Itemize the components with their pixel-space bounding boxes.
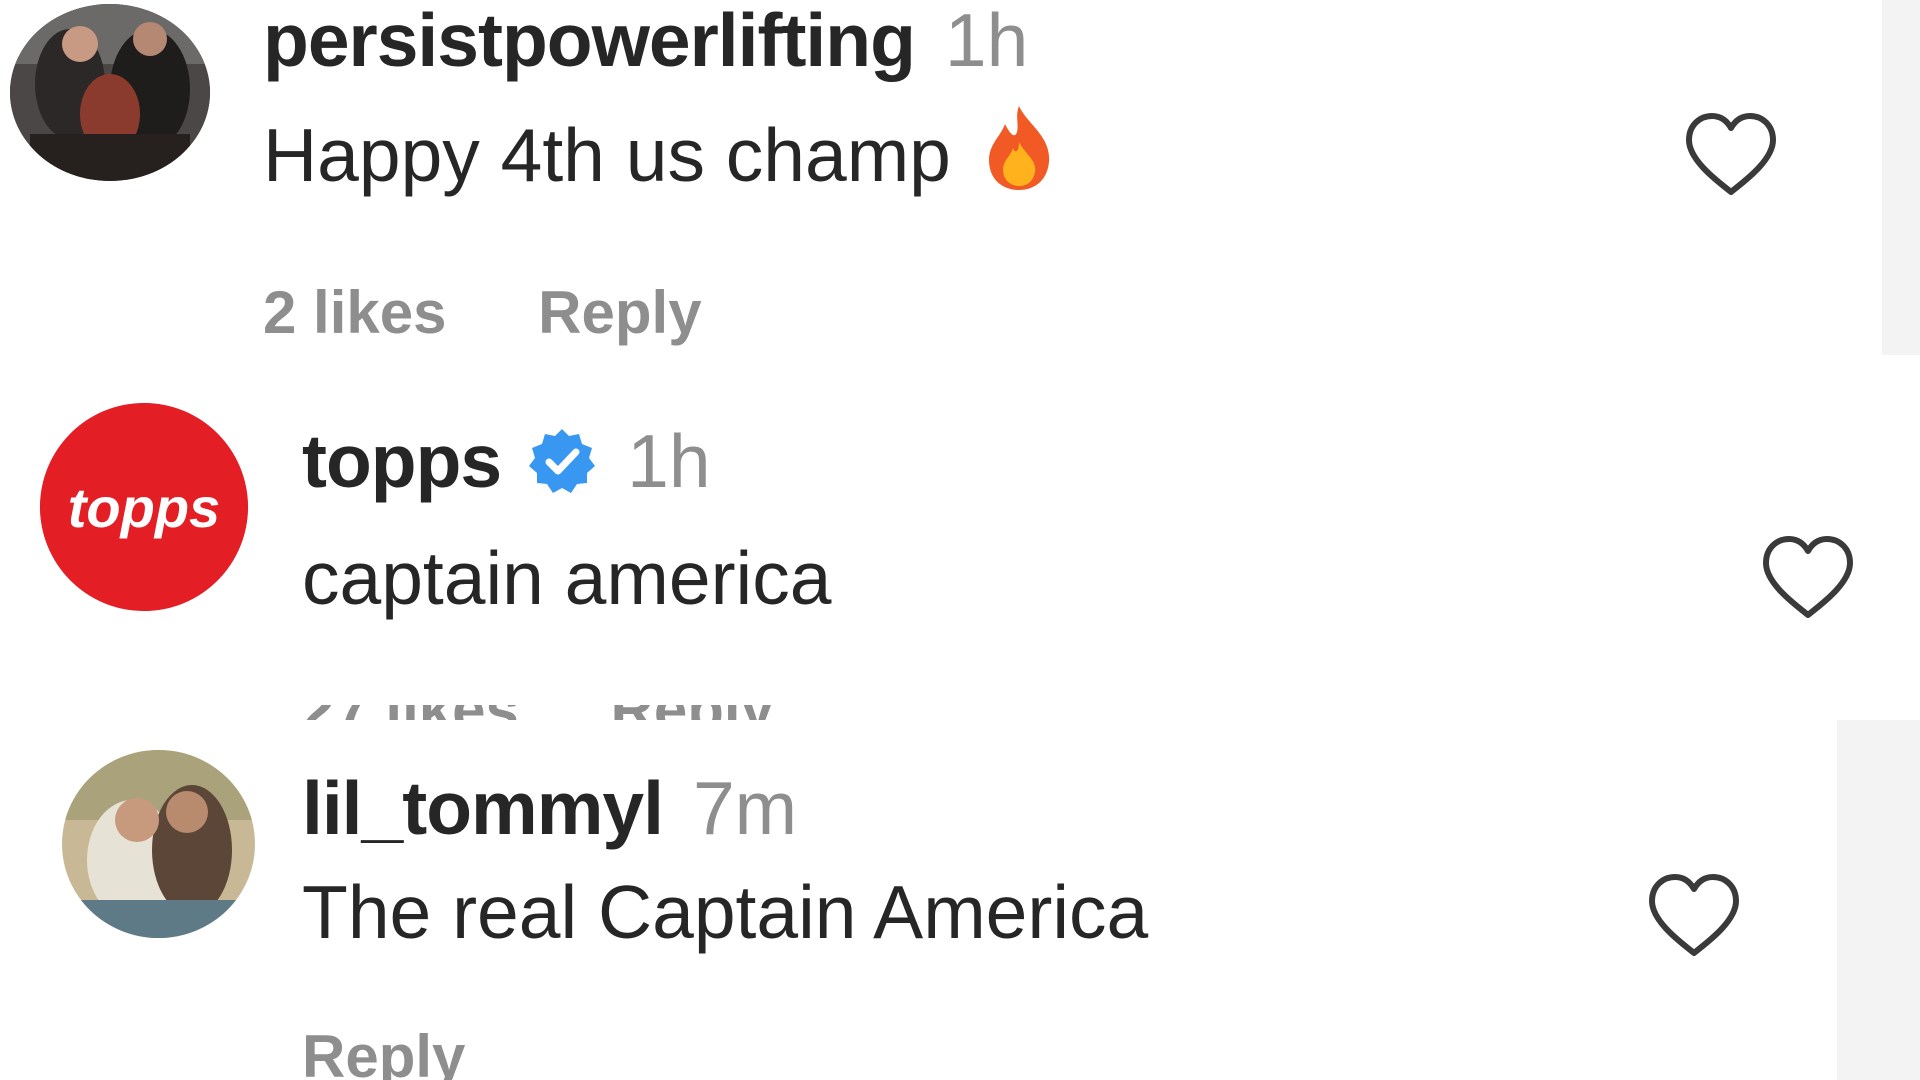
likes-count[interactable]: 2 likes <box>263 279 447 346</box>
username-line: lil_tommyl 7m <box>302 765 797 851</box>
avatar[interactable] <box>62 750 255 938</box>
comment-body: The real Captain America <box>302 870 1149 954</box>
comments-panel: persistpowerlifting 1h Happy 4th us cham… <box>0 0 1920 1080</box>
meta-line: 27 likes Reply <box>302 705 849 720</box>
comment-text: The real Captain America <box>302 867 1148 957</box>
avatar[interactable]: topps <box>40 403 248 611</box>
comment-topps: topps topps 1h captain america 27 <box>0 360 1920 720</box>
avatar-photo <box>62 750 255 938</box>
fire-icon <box>981 102 1057 209</box>
username-line: topps 1h <box>302 418 711 504</box>
comment-time[interactable]: 1h <box>945 0 1028 83</box>
meta-line-clipped: 27 likes Reply <box>302 705 1002 720</box>
reply-button[interactable]: Reply <box>538 279 701 346</box>
topps-logo: topps <box>40 403 248 611</box>
svg-text:topps: topps <box>68 476 220 539</box>
likes-count[interactable]: 27 likes <box>302 705 519 720</box>
username[interactable]: lil_tommyl <box>302 765 664 851</box>
comment-time[interactable]: 1h <box>627 418 710 504</box>
verified-badge-icon <box>527 426 597 496</box>
comment-text: Happy 4th us champ <box>263 105 1057 200</box>
heart-outline-icon[interactable] <box>1683 112 1779 198</box>
reply-button[interactable]: Reply <box>611 705 774 720</box>
comment-lil_tommyl: lil_tommyl 7m The real Captain America R… <box>0 720 1920 1080</box>
meta-line: Reply <box>302 1022 540 1080</box>
reply-button[interactable]: Reply <box>302 1023 465 1080</box>
avatar-photo <box>10 4 210 181</box>
username-line: persistpowerlifting 1h <box>263 0 1028 82</box>
username[interactable]: persistpowerlifting <box>263 0 916 83</box>
comment-time[interactable]: 7m <box>693 765 797 851</box>
heart-outline-icon[interactable] <box>1646 873 1742 959</box>
comment-body: captain america <box>302 536 832 620</box>
comment-persistpowerlifting: persistpowerlifting 1h Happy 4th us cham… <box>0 0 1920 360</box>
heart-outline-icon[interactable] <box>1760 535 1856 621</box>
meta-line: 2 likes Reply <box>263 278 777 347</box>
comment-text: captain america <box>302 533 831 623</box>
avatar[interactable] <box>10 4 210 181</box>
comment-body: Happy 4th us champ <box>263 113 951 197</box>
username[interactable]: topps <box>302 418 502 504</box>
